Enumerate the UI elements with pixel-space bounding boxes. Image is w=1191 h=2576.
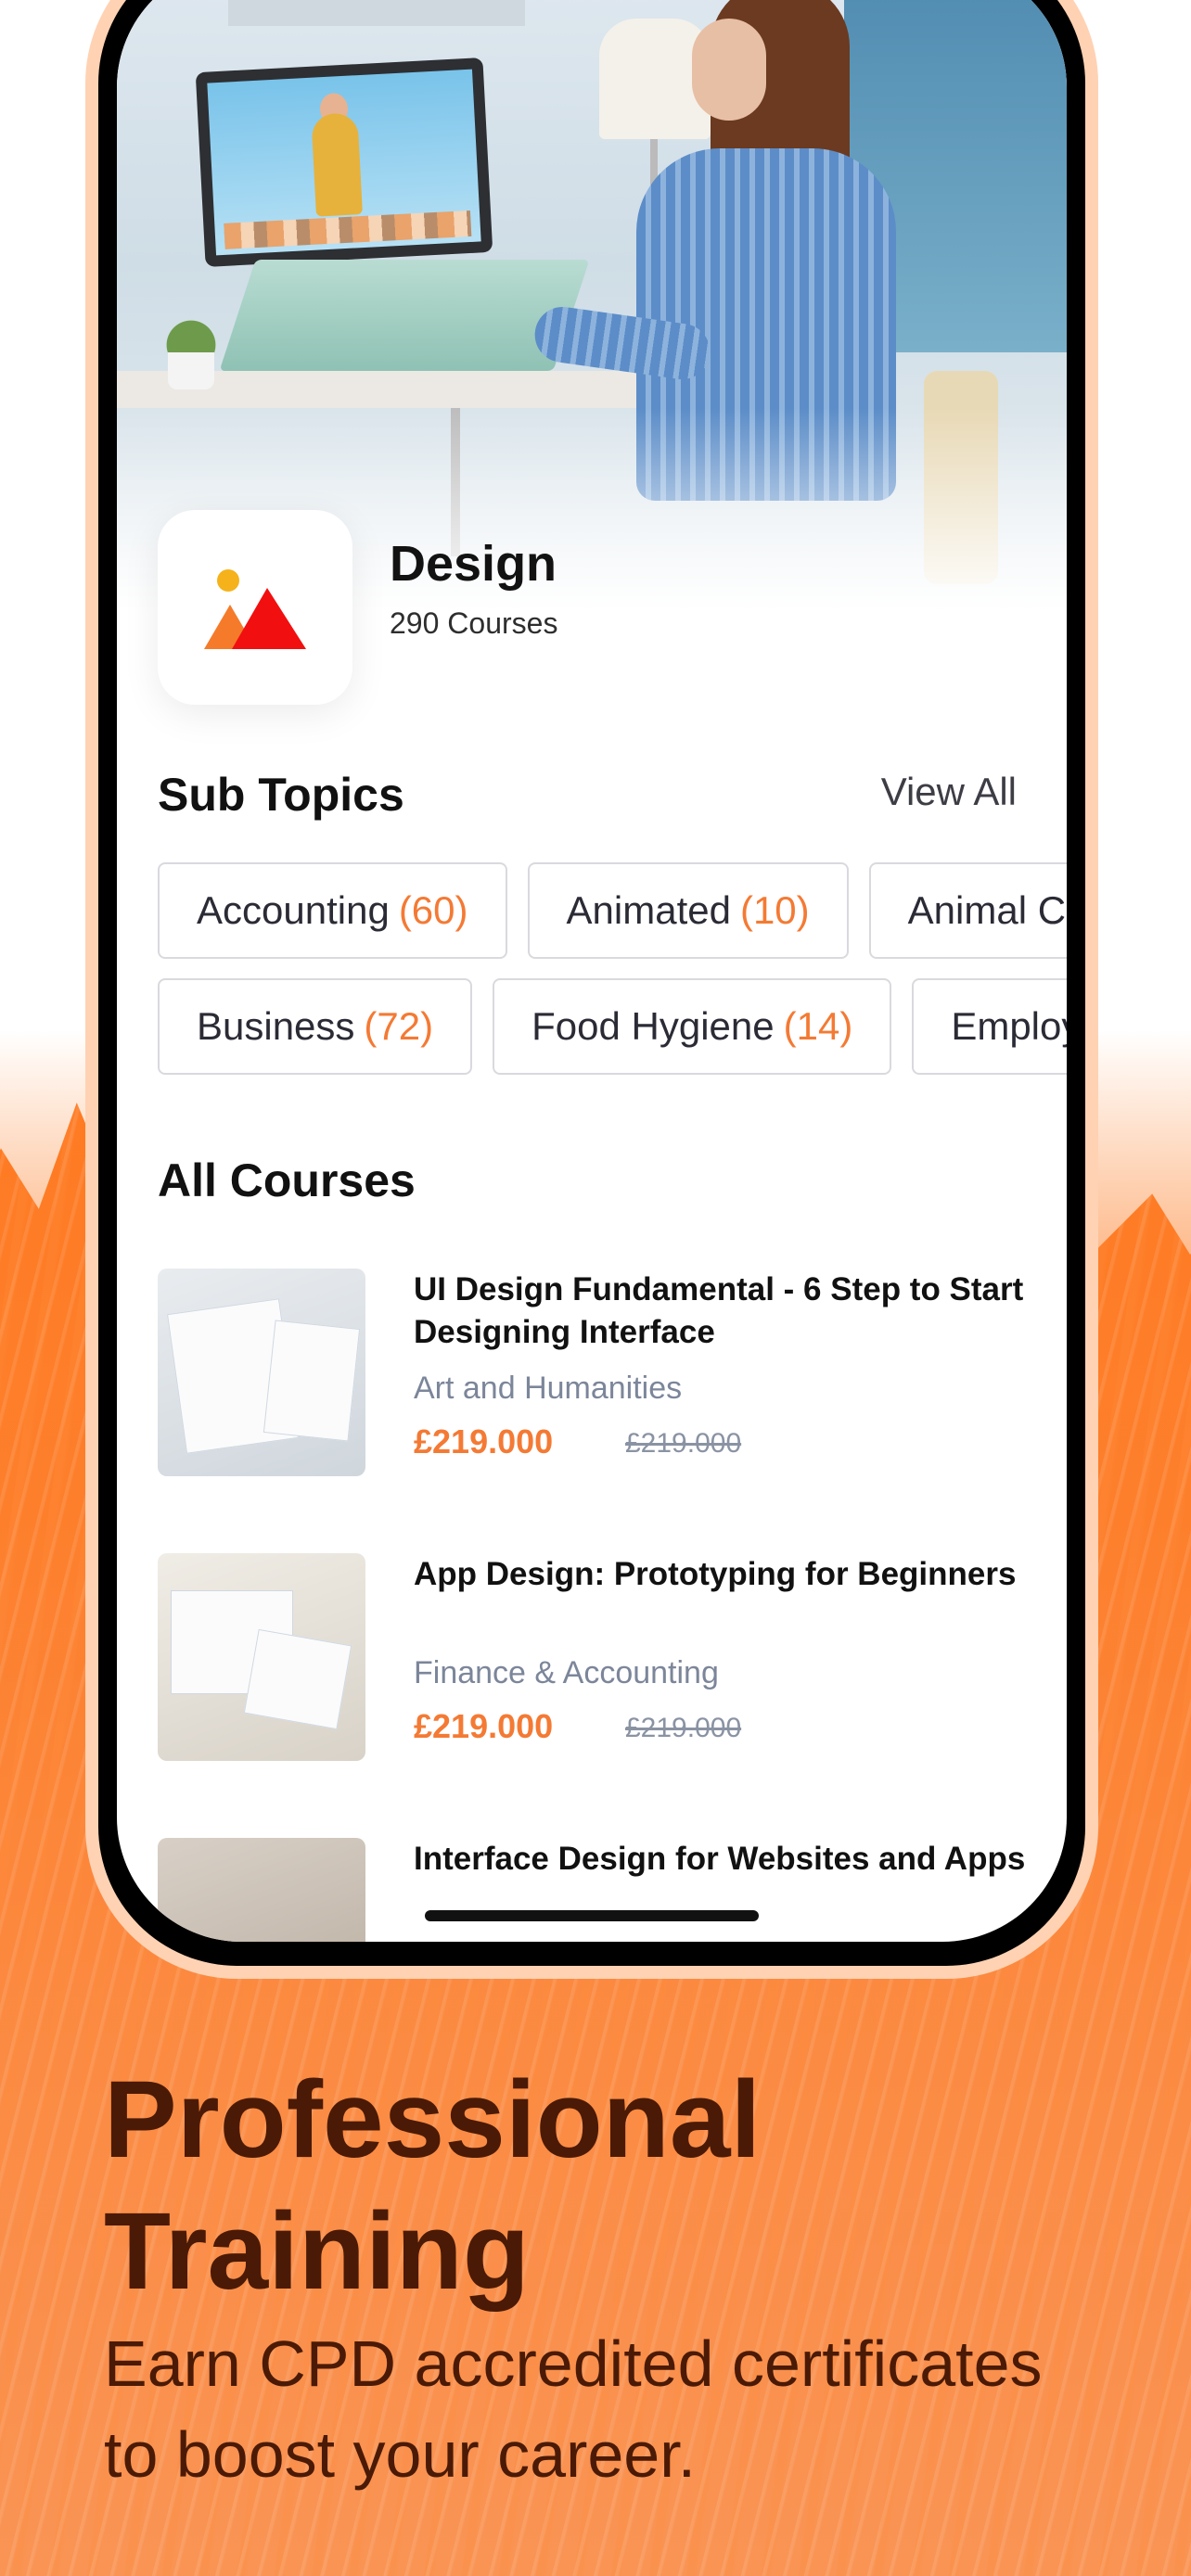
sub-topics-row-1: Accounting (60) Animated (10) Animal C — [158, 862, 1067, 959]
course-thumbnail — [158, 1838, 365, 1942]
plant-pot — [168, 352, 214, 389]
course-price: £219.000 — [414, 1422, 554, 1460]
topic-chip-count: (60) — [398, 888, 468, 932]
course-card[interactable]: Interface Design for Websites and Apps — [158, 1838, 1048, 1942]
sub-topics-title: Sub Topics — [158, 769, 404, 821]
all-courses-title: All Courses — [158, 1154, 416, 1206]
course-title: App Design: Prototyping for Beginners — [414, 1556, 1017, 1592]
course-card[interactable]: UI Design Fundamental - 6 Step to Start … — [158, 1269, 1048, 1482]
view-all-link[interactable]: View All — [881, 770, 1017, 814]
promo-headline-line2: Training — [104, 2190, 530, 2313]
topic-chip-accounting[interactable]: Accounting (60) — [158, 862, 507, 959]
promo-subline-line2: to boost your career. — [104, 2418, 697, 2491]
course-price: £219.000 — [414, 1707, 554, 1745]
topic-chip-food-hygiene[interactable]: Food Hygiene (14) — [493, 978, 892, 1075]
topic-chip-label: Employ — [951, 1004, 1067, 1048]
sketch-paper — [243, 1628, 352, 1730]
monitor-thumbnails — [224, 210, 472, 249]
person-face — [692, 19, 766, 121]
home-indicator — [425, 1910, 759, 1921]
topic-chip-employment[interactable]: Employ — [912, 978, 1067, 1075]
monitor-figure — [311, 112, 363, 217]
topic-chip-label: Animated — [566, 888, 731, 932]
topic-chip-label: Business — [197, 1004, 355, 1048]
sub-topics-row-2: Business (72) Food Hygiene (14) Employ — [158, 978, 1067, 1075]
category-title: Design — [390, 536, 557, 592]
topic-chip-label: Accounting — [197, 888, 390, 932]
course-title: Interface Design for Websites and Apps — [414, 1841, 1026, 1877]
course-category: Art and Humanities — [414, 1371, 683, 1406]
image-icon — [204, 569, 306, 649]
topic-chip-business[interactable]: Business (72) — [158, 978, 473, 1075]
promo-subline-line1: Earn CPD accredited certificates — [104, 2327, 1043, 2400]
shelf — [228, 0, 525, 26]
course-thumbnail — [158, 1553, 365, 1761]
topic-chip-animal-care[interactable]: Animal C — [868, 862, 1067, 959]
drawing-tablet — [219, 260, 590, 371]
sketch-paper — [263, 1320, 361, 1442]
phone-screen: Design 290 Courses Sub Topics View All A… — [117, 0, 1067, 1942]
course-card[interactable]: App Design: Prototyping for Beginners Fi… — [158, 1553, 1048, 1766]
topic-chip-count: (14) — [783, 1004, 853, 1048]
category-icon-card — [158, 510, 352, 705]
monitor — [195, 57, 493, 267]
topic-chip-label: Food Hygiene — [531, 1004, 775, 1048]
course-title: UI Design Fundamental - 6 Step to Start … — [414, 1271, 1024, 1350]
topic-chip-count: (10) — [739, 888, 810, 932]
monitor-screen — [207, 69, 481, 256]
category-course-count: 290 Courses — [390, 606, 558, 640]
topic-chip-label: Animal C — [907, 888, 1067, 932]
course-category: Finance & Accounting — [414, 1655, 719, 1690]
course-old-price: £219.000 — [625, 1713, 742, 1743]
course-thumbnail — [158, 1269, 365, 1476]
promo-headline: Professional Training — [104, 2054, 1124, 2317]
promo-headline-line1: Professional — [104, 2059, 762, 2181]
promo-subline: Earn CPD accredited certificates to boos… — [104, 2318, 1161, 2500]
topic-chip-count: (72) — [364, 1004, 434, 1048]
course-old-price: £219.000 — [625, 1428, 742, 1459]
topic-chip-animated[interactable]: Animated (10) — [527, 862, 849, 959]
